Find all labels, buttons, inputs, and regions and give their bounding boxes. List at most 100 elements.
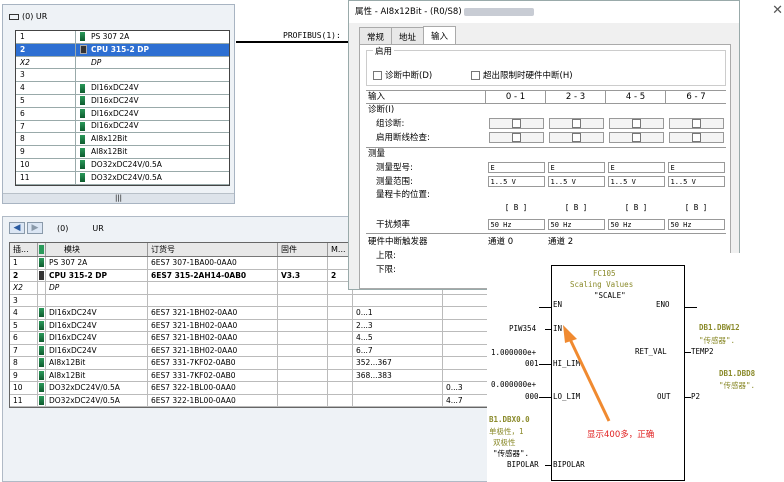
- wire-break-checkbox[interactable]: [488, 131, 544, 143]
- meas-type-field[interactable]: E: [607, 161, 665, 173]
- rack-slot-row[interactable]: 11 DO32xDC24V/0.5A: [16, 171, 229, 185]
- table-row[interactable]: 3: [10, 294, 488, 307]
- wire-break-checkbox[interactable]: [608, 131, 664, 143]
- rack-slot-cell: DO32xDC24V/0.5A: [76, 159, 229, 171]
- meas-range-field[interactable]: 1..5 V: [487, 175, 545, 187]
- wire-break-checkbox[interactable]: [548, 131, 604, 143]
- rack-slot-number: 6: [16, 107, 76, 120]
- cell-mpi: [328, 307, 353, 319]
- group-diag-checkbox[interactable]: [668, 117, 724, 129]
- col-firmware[interactable]: 固件: [278, 243, 328, 256]
- diag-interrupt-option[interactable]: 诊断中断(D): [373, 69, 432, 81]
- table-row[interactable]: 8 AI8x12Bit 6ES7 331-7KF02-0AB0 352...367: [10, 357, 488, 370]
- noise-freq-field[interactable]: 50 Hz: [667, 218, 725, 230]
- limit-interrupt-checkbox[interactable]: [471, 70, 480, 80]
- cell-input-address: 2...3: [353, 319, 443, 331]
- noise-freq-field[interactable]: 50 Hz: [547, 218, 605, 230]
- noise-freq-field[interactable]: 50 Hz: [487, 218, 545, 230]
- rack-slot-row[interactable]: 8 AI8x12Bit: [16, 133, 229, 147]
- cell-input-address: 352...367: [353, 357, 443, 369]
- module-icon: [39, 258, 44, 267]
- meas-type-field[interactable]: E: [487, 161, 545, 173]
- rack-slot-row[interactable]: 4 DI16xDC24V: [16, 82, 229, 95]
- module-icon: [80, 109, 85, 119]
- cell-mpi: [328, 294, 353, 306]
- meas-type-field[interactable]: E: [667, 161, 725, 173]
- rack-module-name: AI8x12Bit: [91, 134, 128, 144]
- cell-output-address: [443, 320, 488, 332]
- rack-module-name: CPU 315-2 DP: [91, 44, 150, 54]
- rack-module-name: DP: [91, 57, 102, 67]
- rack-view: (0) UR 1 PS 307 2A 2 CPU 315-2 DP X2 DP 3 4 DI16…: [2, 4, 235, 204]
- arrow-shaft: [567, 336, 611, 422]
- cell-firmware: [278, 394, 328, 406]
- group-diag-checkbox[interactable]: [548, 117, 604, 129]
- meas-range-row: 测量范围: 1..5 V 1..5 V 1..5 V 1..5 V: [366, 174, 726, 188]
- wire-break-checkbox[interactable]: [668, 131, 724, 143]
- col-module[interactable]: 模块: [46, 243, 148, 256]
- back-arrow-icon[interactable]: ◀: [9, 222, 25, 234]
- cell-mpi: [328, 319, 353, 331]
- table-row[interactable]: 7 DI16xDC24V 6ES7 321-1BH02-0AA0 6...7: [10, 344, 488, 357]
- module-icon: [39, 333, 44, 342]
- meas-range-field[interactable]: 1..5 V: [547, 175, 605, 187]
- cell-output-address: 4...7: [446, 395, 463, 405]
- profibus-line[interactable]: [236, 41, 356, 43]
- cell-mpi: [328, 382, 353, 394]
- close-icon[interactable]: ✕: [772, 3, 783, 18]
- module-icon: [39, 370, 44, 380]
- dialog-title: 属性 - AI8x12Bit - (R0/S8): [355, 7, 462, 17]
- cell-input-address: 368...383: [353, 369, 443, 381]
- rack-slot-cell: AI8x12Bit: [76, 133, 229, 145]
- group-diag-checkbox[interactable]: [488, 117, 544, 129]
- rack-slot-row[interactable]: 9 AI8x12Bit: [16, 146, 229, 159]
- cell-slot: 11: [10, 394, 38, 406]
- group-diag-checkbox[interactable]: [608, 117, 664, 129]
- cell-firmware: [278, 357, 328, 369]
- tab-inputs[interactable]: 输入: [423, 26, 457, 44]
- upper-label: 上限:: [376, 251, 396, 261]
- cell-icon: [38, 319, 46, 331]
- table-row[interactable]: 11 DO32xDC24V/0.5A 6ES7 322-1BL00-0AA0 4...…: [10, 394, 488, 407]
- cell-mpi: [328, 332, 353, 344]
- table-row[interactable]: 9 AI8x12Bit 6ES7 331-7KF02-0AB0 368...383: [10, 369, 488, 382]
- rack-slot-number: 5: [16, 94, 76, 107]
- meas-type-field[interactable]: E: [547, 161, 605, 173]
- channel-header-0-1: 0 - 1: [486, 91, 546, 103]
- cell-firmware: [278, 369, 328, 381]
- meas-range-field[interactable]: 1..5 V: [607, 175, 665, 187]
- rack-slot-row[interactable]: 2 CPU 315-2 DP: [16, 43, 229, 57]
- cell-input-address: 0...1: [353, 307, 443, 319]
- table-row[interactable]: 10 DO32xDC24V/0.5A 6ES7 322-1BL00-0AA0 0...…: [10, 382, 488, 395]
- rack-table: 1 PS 307 2A 2 CPU 315-2 DP X2 DP 3 4 DI16xDC24V 5…: [15, 30, 230, 186]
- col-order[interactable]: 订货号: [148, 243, 278, 256]
- col-slot[interactable]: 插...: [10, 243, 38, 256]
- table-row[interactable]: 6 DI16xDC24V 6ES7 321-1BH02-0AA0 4...5: [10, 332, 488, 345]
- module-icon: [80, 173, 85, 183]
- meas-range-field[interactable]: 1..5 V: [667, 175, 725, 187]
- noise-freq-field[interactable]: 50 Hz: [607, 218, 665, 230]
- diag-interrupt-checkbox[interactable]: [373, 70, 382, 80]
- rack-slot-row[interactable]: 7 DI16xDC24V: [16, 120, 229, 134]
- rack-slot-row[interactable]: 3: [16, 69, 229, 83]
- cell-output-address: [443, 370, 488, 382]
- rack-slot-row[interactable]: X2 DP: [16, 56, 229, 70]
- table-row[interactable]: 5 DI16xDC24V 6ES7 321-1BH02-0AA0 2...3: [10, 319, 488, 332]
- rack-horizontal-scrollbar[interactable]: |||: [3, 193, 234, 203]
- cell-output-address: 0...3: [446, 383, 463, 392]
- rack-slot-cell: DI16xDC24V: [76, 95, 229, 107]
- rack-slot-row[interactable]: 5 DI16xDC24V: [16, 94, 229, 108]
- cell-firmware: [278, 294, 328, 306]
- fc105-block-overlay: FC105 Scaling Values "SCALE" EN ENO PIW3…: [487, 253, 784, 482]
- cell-slot: 3: [10, 294, 38, 306]
- table-row[interactable]: 4 DI16xDC24V 6ES7 321-1BH02-0AA0 0...1: [10, 307, 488, 320]
- hw-trigger-label: 硬件中断触发器: [368, 237, 428, 247]
- forward-arrow-icon[interactable]: ▶: [27, 222, 43, 234]
- rack-slot-row[interactable]: 1 PS 307 2A: [16, 31, 229, 44]
- group-diag-label: 组诊断:: [376, 119, 405, 129]
- rack-slot-row[interactable]: 6 DI16xDC24V: [16, 107, 229, 121]
- module-pos-values-row: [ B ] [ B ] [ B ] [ B ]: [366, 199, 726, 215]
- col-icon[interactable]: [38, 243, 46, 256]
- rack-slot-row[interactable]: 10 DO32xDC24V/0.5A: [16, 158, 229, 172]
- limit-interrupt-option[interactable]: 超出限制时硬件中断(H): [471, 69, 573, 81]
